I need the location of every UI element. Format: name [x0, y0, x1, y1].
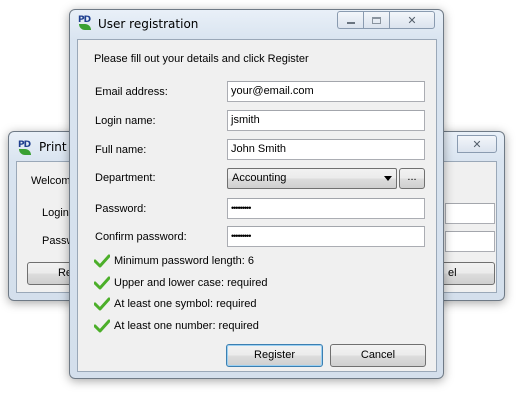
requirement-item: Minimum password length: 6: [94, 253, 254, 269]
cancel-button[interactable]: Cancel: [330, 344, 426, 367]
dialog-caption-buttons: ✕: [337, 11, 435, 29]
department-browse-button[interactable]: ...: [399, 168, 425, 189]
department-label: Department:: [95, 172, 156, 184]
user-registration-dialog: PD User registration ✕ Please fill out y…: [69, 9, 444, 379]
dialog-title: User registration: [98, 17, 199, 31]
checkmark-icon: [94, 254, 110, 268]
full-name-field[interactable]: John Smith: [227, 139, 425, 160]
requirement-item: At least one symbol: required: [94, 296, 256, 312]
close-icon: ✕: [407, 13, 417, 27]
background-caption-buttons: ✕: [457, 135, 497, 153]
dialog-client-area: Please fill out your details and click R…: [77, 39, 437, 372]
maximize-button[interactable]: [363, 11, 389, 29]
dialog-titlebar: PD User registration ✕: [70, 10, 443, 38]
confirm-password-label: Confirm password:: [95, 231, 187, 243]
confirm-password-field[interactable]: •••••••••: [227, 226, 425, 247]
close-icon[interactable]: ✕: [457, 135, 497, 153]
department-select[interactable]: Accounting: [227, 168, 397, 189]
login-name-field[interactable]: jsmith: [227, 110, 425, 131]
email-field[interactable]: your@email.com: [227, 81, 425, 102]
requirement-item: Upper and lower case: required: [94, 275, 267, 291]
checkmark-icon: [94, 276, 110, 290]
minimize-button[interactable]: [337, 11, 363, 29]
password-field[interactable]: •••••••••: [227, 198, 425, 219]
minimize-icon: [346, 22, 355, 24]
welcome-text: Welcom: [31, 175, 71, 187]
app-logo-icon: PD: [17, 140, 34, 157]
maximize-icon: [372, 16, 381, 24]
checkmark-icon: [94, 319, 110, 333]
instruction-text: Please fill out your details and click R…: [94, 53, 309, 65]
email-label: Email address:: [95, 86, 168, 98]
requirement-item: At least one number: required: [94, 318, 259, 334]
requirement-text: At least one symbol: required: [114, 298, 257, 310]
app-logo-icon: PD: [77, 15, 94, 32]
login-label: Login: [42, 207, 69, 219]
background-right-button-label: el: [448, 267, 457, 279]
full-name-label: Full name:: [95, 144, 147, 156]
close-button[interactable]: ✕: [389, 11, 435, 29]
checkmark-icon: [94, 297, 110, 311]
requirement-text: Minimum password length: 6: [114, 255, 255, 267]
password-label: Password:: [95, 203, 147, 215]
requirement-text: At least one number: required: [114, 320, 259, 332]
register-button[interactable]: Register: [226, 344, 323, 367]
department-selected-value: Accounting: [232, 172, 287, 184]
chevron-down-icon: [384, 176, 392, 181]
requirement-text: Upper and lower case: required: [114, 277, 268, 289]
background-right-button[interactable]: el: [437, 262, 495, 285]
password-input[interactable]: [445, 231, 495, 252]
login-name-label: Login name:: [95, 115, 156, 127]
login-input[interactable]: [445, 203, 495, 224]
